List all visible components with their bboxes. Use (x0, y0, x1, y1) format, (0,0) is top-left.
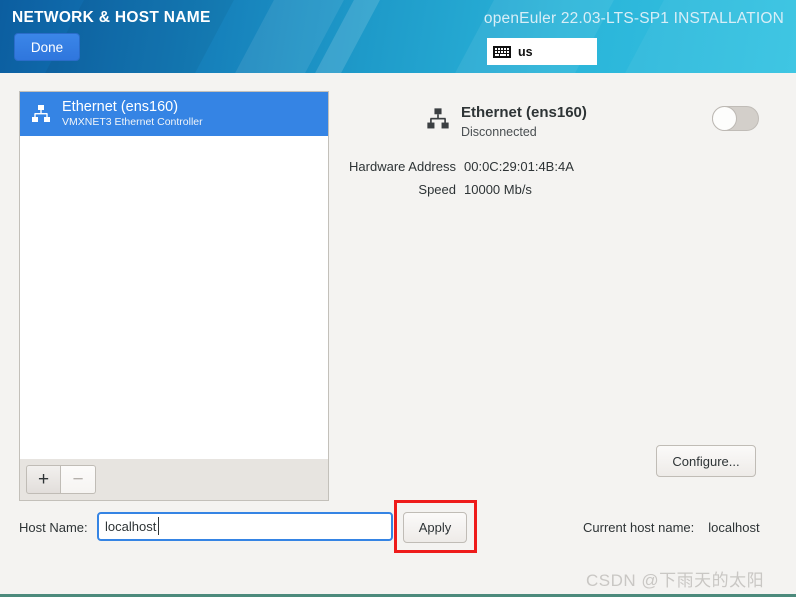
list-item[interactable]: Ethernet (ens160) VMXNET3 Ethernet Contr… (20, 92, 328, 136)
network-wired-icon (32, 105, 50, 122)
configure-button[interactable]: Configure... (656, 445, 756, 477)
apply-button-label: Apply (418, 520, 452, 535)
keyboard-layout-indicator[interactable]: us (487, 38, 597, 65)
current-hostname: Current host name: localhost (583, 520, 760, 535)
text-cursor (158, 517, 159, 535)
property-row: Speed 10000 Mb/s (340, 182, 796, 197)
property-label: Hardware Address (349, 159, 456, 174)
network-wired-icon (427, 108, 449, 129)
connection-status: Disconnected (461, 125, 537, 140)
device-detail-texts: Ethernet (ens160) Disconnected (461, 104, 587, 139)
property-value: 10000 Mb/s (464, 182, 532, 197)
configure-button-label: Configure... (672, 453, 740, 469)
done-button-label: Done (30, 39, 64, 55)
add-device-button[interactable]: + (26, 465, 61, 494)
apply-button[interactable]: Apply (403, 512, 467, 543)
device-enable-toggle[interactable] (712, 106, 759, 131)
current-hostname-value: localhost (708, 520, 760, 535)
list-item-title: Ethernet (ens160) (62, 98, 179, 115)
done-button[interactable]: Done (14, 33, 80, 61)
remove-device-button[interactable]: − (61, 465, 96, 494)
device-list-toolbar: + − (19, 459, 329, 501)
installation-title: openEuler 22.03-LTS-SP1 INSTALLATION (483, 10, 784, 27)
watermark: CSDN @下雨天的太阳 (586, 571, 765, 590)
toggle-knob (712, 106, 737, 131)
property-row: Hardware Address 00:0C:29:01:4B:4A (340, 159, 796, 174)
hostname-label: Host Name: (19, 520, 88, 535)
page-title: NETWORK & HOST NAME (12, 9, 211, 26)
current-hostname-label: Current host name: (583, 520, 695, 535)
keyboard-icon (493, 45, 511, 58)
device-detail-header: Ethernet (ens160) Disconnected (425, 104, 587, 139)
property-label: Speed (418, 182, 456, 197)
main-content: Ethernet (ens160) VMXNET3 Ethernet Contr… (0, 73, 796, 593)
property-value: 00:0C:29:01:4B:4A (464, 159, 574, 174)
keyboard-layout-label: us (518, 44, 533, 59)
device-name: Ethernet (ens160) (461, 104, 587, 121)
network-device-list[interactable]: Ethernet (ens160) VMXNET3 Ethernet Contr… (19, 91, 329, 460)
installer-header: NETWORK & HOST NAME openEuler 22.03-LTS-… (0, 0, 796, 73)
device-properties: Hardware Address 00:0C:29:01:4B:4A Speed… (340, 159, 796, 205)
hostname-input[interactable] (97, 512, 393, 541)
list-item-texts: Ethernet (ens160) VMXNET3 Ethernet Contr… (62, 98, 203, 129)
list-item-subtitle: VMXNET3 Ethernet Controller (62, 116, 203, 129)
